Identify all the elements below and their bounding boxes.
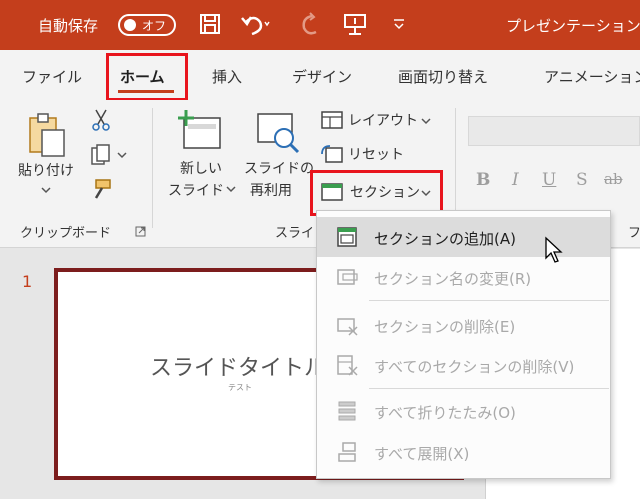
menu-item-collapse-all[interactable]: すべて折りたたみ(O) — [317, 391, 610, 431]
rename-section-icon — [337, 269, 358, 285]
new-slide-icon[interactable] — [176, 110, 224, 154]
menu-item-label: すべて展開(X) — [374, 445, 470, 463]
paste-icon[interactable] — [26, 112, 68, 160]
menu-item-label: すべてのセクションの削除(V) — [374, 358, 575, 376]
font-name-box[interactable] — [468, 116, 640, 146]
layout-icon[interactable] — [320, 110, 344, 130]
tab-transitions[interactable]: 画面切り替え — [398, 66, 488, 87]
group-divider — [152, 108, 153, 228]
underline-button[interactable]: U — [542, 170, 556, 190]
home-tab-highlight — [106, 53, 188, 101]
title-bar: 自動保存 オフ プレゼンテーション1 — [0, 0, 640, 50]
delete-all-sections-icon — [337, 355, 358, 376]
chevron-down-icon[interactable] — [421, 118, 431, 126]
tab-file[interactable]: ファイル — [22, 66, 82, 87]
document-title: プレゼンテーション1 — [506, 17, 640, 35]
slide-title: スライドタイトル — [150, 356, 327, 381]
present-icon[interactable] — [342, 12, 368, 38]
menu-item-rename-section[interactable]: セクション名の変更(R) — [317, 257, 610, 297]
menu-separator — [369, 300, 609, 301]
reset-icon[interactable] — [320, 144, 344, 164]
dialog-launcher-icon[interactable] — [135, 226, 147, 238]
shadow-button[interactable]: S — [576, 170, 588, 190]
layout-label[interactable]: レイアウト — [348, 112, 418, 130]
strikethrough-button[interactable]: ab — [604, 170, 623, 188]
menu-item-label: すべて折りたたみ(O) — [374, 404, 516, 422]
new-slide-label-2[interactable]: スライド — [168, 182, 224, 200]
menu-item-delete-all-sections[interactable]: すべてのセクションの削除(V) — [317, 345, 610, 385]
copy-icon[interactable] — [90, 144, 130, 168]
autosave-label: 自動保存 — [38, 17, 99, 35]
menu-item-add-section[interactable]: セクションの追加(A) — [317, 217, 610, 257]
slide-number: 1 — [22, 272, 33, 291]
redo-icon[interactable] — [298, 12, 324, 36]
menu-item-label: セクションの追加(A) — [374, 230, 516, 248]
tab-insert[interactable]: 挿入 — [212, 66, 242, 87]
format-painter-icon[interactable] — [90, 178, 114, 202]
chevron-down-icon[interactable] — [226, 186, 236, 194]
reuse-slides-label-2[interactable]: 再利用 — [250, 182, 292, 200]
paste-label[interactable]: 貼り付け — [18, 162, 74, 180]
add-section-icon — [337, 227, 357, 247]
cut-icon[interactable] — [90, 108, 112, 132]
bold-button[interactable]: B — [476, 170, 490, 190]
clipboard-group-label: クリップボード — [20, 226, 112, 241]
chevron-down-icon[interactable] — [40, 186, 52, 196]
menu-item-expand-all[interactable]: すべて展開(X) — [317, 432, 610, 472]
tab-animations[interactable]: アニメーション — [544, 66, 640, 87]
new-slide-label-1[interactable]: 新しい — [180, 160, 222, 178]
tab-design[interactable]: デザイン — [292, 66, 352, 87]
menu-item-label: セクション名の変更(R) — [374, 270, 532, 288]
reset-label[interactable]: リセット — [348, 146, 404, 164]
expand-all-icon — [338, 442, 356, 462]
reuse-slides-icon[interactable] — [254, 110, 302, 156]
italic-button[interactable]: I — [512, 170, 519, 190]
save-icon[interactable] — [198, 12, 222, 36]
mouse-cursor-icon — [545, 236, 563, 263]
section-dropdown-menu: セクションの追加(A) セクション名の変更(R) セクションの削除(E) すべて… — [316, 210, 611, 479]
reuse-slides-label-1[interactable]: スライドの — [244, 160, 314, 178]
font-group-label: フ — [628, 226, 640, 241]
slide-subtitle: テスト — [228, 383, 252, 392]
toggle-knob — [124, 19, 136, 31]
menu-item-delete-section[interactable]: セクションの削除(E) — [317, 305, 610, 345]
collapse-all-icon — [338, 401, 356, 421]
customize-qat-icon[interactable] — [392, 18, 406, 30]
delete-section-icon — [337, 318, 358, 336]
autosave-state: オフ — [142, 19, 167, 33]
ribbon-tabs: ファイル ホーム 挿入 デザイン 画面切り替え アニメーション — [0, 50, 640, 100]
undo-icon[interactable] — [240, 12, 270, 36]
menu-separator — [369, 388, 609, 389]
menu-item-label: セクションの削除(E) — [374, 318, 516, 336]
autosave-toggle[interactable]: オフ — [118, 14, 176, 36]
